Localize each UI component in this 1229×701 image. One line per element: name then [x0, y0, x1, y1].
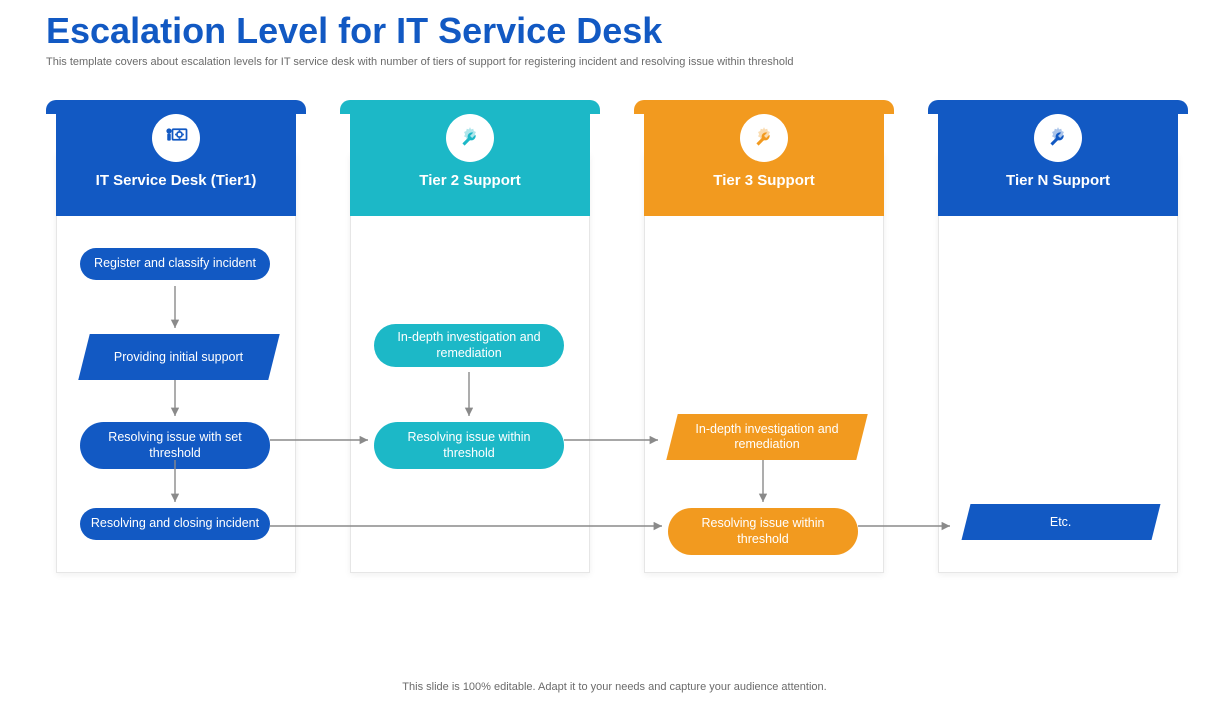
wrench-gear-icon [740, 114, 788, 162]
box-t2-resolve: Resolving issue within threshold [374, 422, 564, 469]
box-t3-resolve: Resolving issue within threshold [668, 508, 858, 555]
tier1-label: IT Service Desk (Tier1) [56, 172, 296, 189]
page-subtitle: This template covers about escalation le… [46, 56, 1229, 68]
tier1-header: IT Service Desk (Tier1) [56, 100, 296, 216]
box-t3-investigation: In-depth investigation and remediation [666, 414, 867, 460]
tier4-label: Tier N Support [938, 172, 1178, 189]
box-resolve-threshold: Resolving issue with set threshold [80, 422, 270, 469]
page-title: Escalation Level for IT Service Desk [46, 10, 1229, 52]
box-etc-text: Etc. [1050, 515, 1072, 530]
tier2-label: Tier 2 Support [350, 172, 590, 189]
box-t2-investigation: In-depth investigation and remediation [374, 324, 564, 367]
box-initial-support-text: Providing initial support [114, 350, 243, 365]
tier2-header: Tier 2 Support [350, 100, 590, 216]
footer-note: This slide is 100% editable. Adapt it to… [0, 681, 1229, 693]
box-close-incident: Resolving and closing incident [80, 508, 270, 540]
wrench-gear-icon [446, 114, 494, 162]
wrench-gear-icon [1034, 114, 1082, 162]
tier3-label: Tier 3 Support [644, 172, 884, 189]
box-initial-support: Providing initial support [78, 334, 279, 380]
diagram-stage: IT Service Desk (Tier1) Tier 2 Support T… [0, 88, 1229, 648]
box-t3-investigation-text: In-depth investigation and remediation [682, 422, 852, 452]
tier3-header: Tier 3 Support [644, 100, 884, 216]
presentation-gear-icon [152, 114, 200, 162]
tier4-header: Tier N Support [938, 100, 1178, 216]
box-register-incident: Register and classify incident [80, 248, 270, 280]
box-etc: Etc. [962, 504, 1161, 540]
